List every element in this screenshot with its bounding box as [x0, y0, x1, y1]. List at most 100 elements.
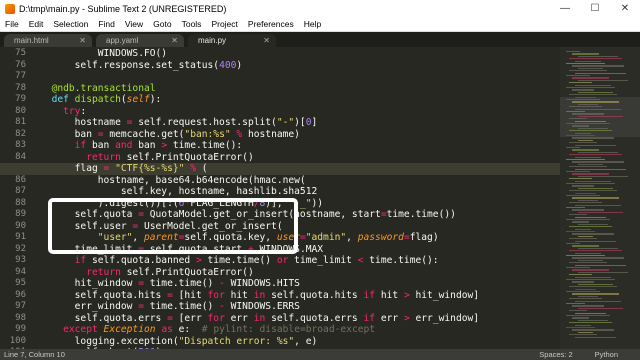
menu-find[interactable]: Find — [93, 19, 120, 29]
code-token: if — [363, 312, 376, 324]
menu-project[interactable]: Project — [206, 19, 242, 29]
code-token: time_limit — [288, 255, 358, 266]
minimap-line — [578, 103, 598, 106]
minimap-line — [575, 204, 621, 206]
minimap-line — [566, 267, 590, 269]
minimap-line — [569, 58, 622, 60]
code-line[interactable]: hostname = self.request.host.split("-")[… — [40, 117, 318, 129]
code-token: # pylint: disable=broad-except — [201, 324, 376, 335]
minimap-line — [575, 108, 621, 110]
minimap-line — [572, 257, 624, 259]
menu-goto[interactable]: Goto — [148, 19, 176, 29]
code-token: try — [63, 105, 81, 117]
code-line[interactable]: self.quota.errs = [err for err in self.q… — [40, 313, 479, 325]
code-token: in — [253, 289, 266, 301]
code-token: password — [357, 232, 404, 243]
code-line[interactable]: self.quota.hits = [hit for hit in self.q… — [40, 290, 479, 302]
code-line[interactable]: logging.exception("Dispatch error: %s", … — [40, 335, 318, 348]
code-line[interactable]: return self.PrintQuotaError() — [40, 267, 254, 279]
code-token: WINDOWS.HITS — [224, 278, 300, 289]
code-line[interactable]: self.key, hostname, hashlib.sha512 — [40, 186, 317, 198]
minimap-line — [572, 281, 594, 283]
code-token: err — [375, 312, 404, 324]
code-line[interactable]: ban = memcache.get("ban:%s" % hostname) — [40, 129, 300, 141]
code-line[interactable]: if ban and ban > time.time(): — [40, 140, 243, 152]
code-token: "Dispatch error: %s" — [178, 335, 295, 347]
minimap-line — [575, 84, 611, 86]
code-line[interactable]: except Exception as e: # pylint: disable… — [40, 324, 375, 336]
minimap-line — [566, 123, 610, 125]
code-token: [hit — [172, 289, 208, 301]
minimap-line — [572, 197, 619, 199]
tab-main-html[interactable]: main.html ✕ — [4, 34, 92, 47]
tab-app-yaml[interactable]: app.yaml ✕ — [96, 34, 184, 47]
code-line[interactable]: WINDOWS.FO() — [40, 48, 167, 60]
code-token: self.response.set_status( — [40, 59, 220, 71]
minimap-line — [569, 70, 607, 72]
code-token: hit — [375, 289, 404, 301]
code-line[interactable]: self.response.set_status(400) — [40, 59, 243, 72]
minimap-line — [572, 53, 599, 55]
minimap-line — [578, 235, 593, 238]
minimap-line — [578, 331, 593, 334]
code-token: ) — [236, 59, 243, 71]
code-token: time.time() — [143, 278, 220, 289]
minimap-line — [569, 238, 597, 240]
menu-preferences[interactable]: Preferences — [243, 19, 299, 29]
code-token: flag) — [409, 232, 439, 243]
tab-close-icon[interactable]: ✕ — [171, 36, 178, 45]
minimap-line — [572, 137, 614, 139]
minimap-line — [569, 94, 617, 96]
minimap-line — [566, 183, 615, 185]
code-token: self.quota.errs — [40, 312, 168, 324]
code-line[interactable]: flag = "CTF{%s-%s}" % ( — [40, 163, 208, 175]
minimap-line — [575, 180, 611, 182]
menu-file[interactable]: File — [0, 19, 24, 29]
code-token: @ndb.transactional — [51, 82, 156, 94]
code-line[interactable]: hit_window = time.time() - WINDOWS.HITS — [40, 278, 300, 290]
editor[interactable]: 7576777879808182838485868788899091929394… — [0, 47, 640, 349]
minimap-line — [572, 209, 604, 211]
minimap-line — [578, 283, 613, 286]
code-token: ban — [86, 140, 116, 151]
menu-selection[interactable]: Selection — [48, 19, 93, 29]
minimap-line — [578, 211, 623, 214]
code-line[interactable]: try: — [40, 106, 86, 118]
tab-close-icon[interactable]: ✕ — [79, 36, 86, 45]
minimap-line — [578, 319, 608, 322]
indentation-setting[interactable]: Spaces: 2 — [539, 350, 594, 359]
minimap-line — [566, 171, 590, 173]
menu-view[interactable]: View — [120, 19, 148, 29]
minimap-line — [575, 168, 626, 170]
title-bar: D:\tmp\main.py - Sublime Text 2 (UNREGIS… — [0, 0, 640, 17]
minimap-line — [566, 63, 605, 65]
code-line[interactable]: def dispatch(self): — [40, 94, 162, 106]
menu-tools[interactable]: Tools — [177, 19, 207, 29]
minimap-line — [566, 207, 585, 209]
minimap[interactable] — [560, 47, 640, 349]
tab-main-py[interactable]: main.py ✕ — [188, 34, 276, 47]
code-token: hostname — [40, 117, 127, 128]
code-line[interactable]: return self.PrintQuotaError() — [40, 152, 254, 164]
menu-help[interactable]: Help — [299, 19, 326, 29]
minimize-icon[interactable]: — — [550, 0, 580, 17]
code-token: "-" — [276, 117, 295, 128]
code-token: in — [253, 312, 266, 324]
code-line[interactable]: hostname, base64.b64encode(hmac.new( — [40, 175, 306, 187]
close-icon[interactable]: ✕ — [610, 0, 640, 17]
minimap-line — [578, 163, 603, 166]
code-line[interactable]: @ndb.transactional — [40, 83, 156, 95]
tab-close-icon[interactable]: ✕ — [263, 36, 270, 45]
syntax-mode[interactable]: Python — [595, 350, 640, 359]
code-line[interactable]: if self.quota.banned > time.time() or ti… — [40, 255, 439, 267]
code-token: hostname) — [242, 128, 300, 140]
minimap-line — [569, 322, 612, 324]
menu-edit[interactable]: Edit — [24, 19, 49, 29]
code-token: flag — [40, 163, 104, 174]
code-line[interactable]: err_window = time.time() - WINDOWS.ERRS — [40, 301, 300, 313]
maximize-icon[interactable]: ☐ — [580, 0, 610, 17]
